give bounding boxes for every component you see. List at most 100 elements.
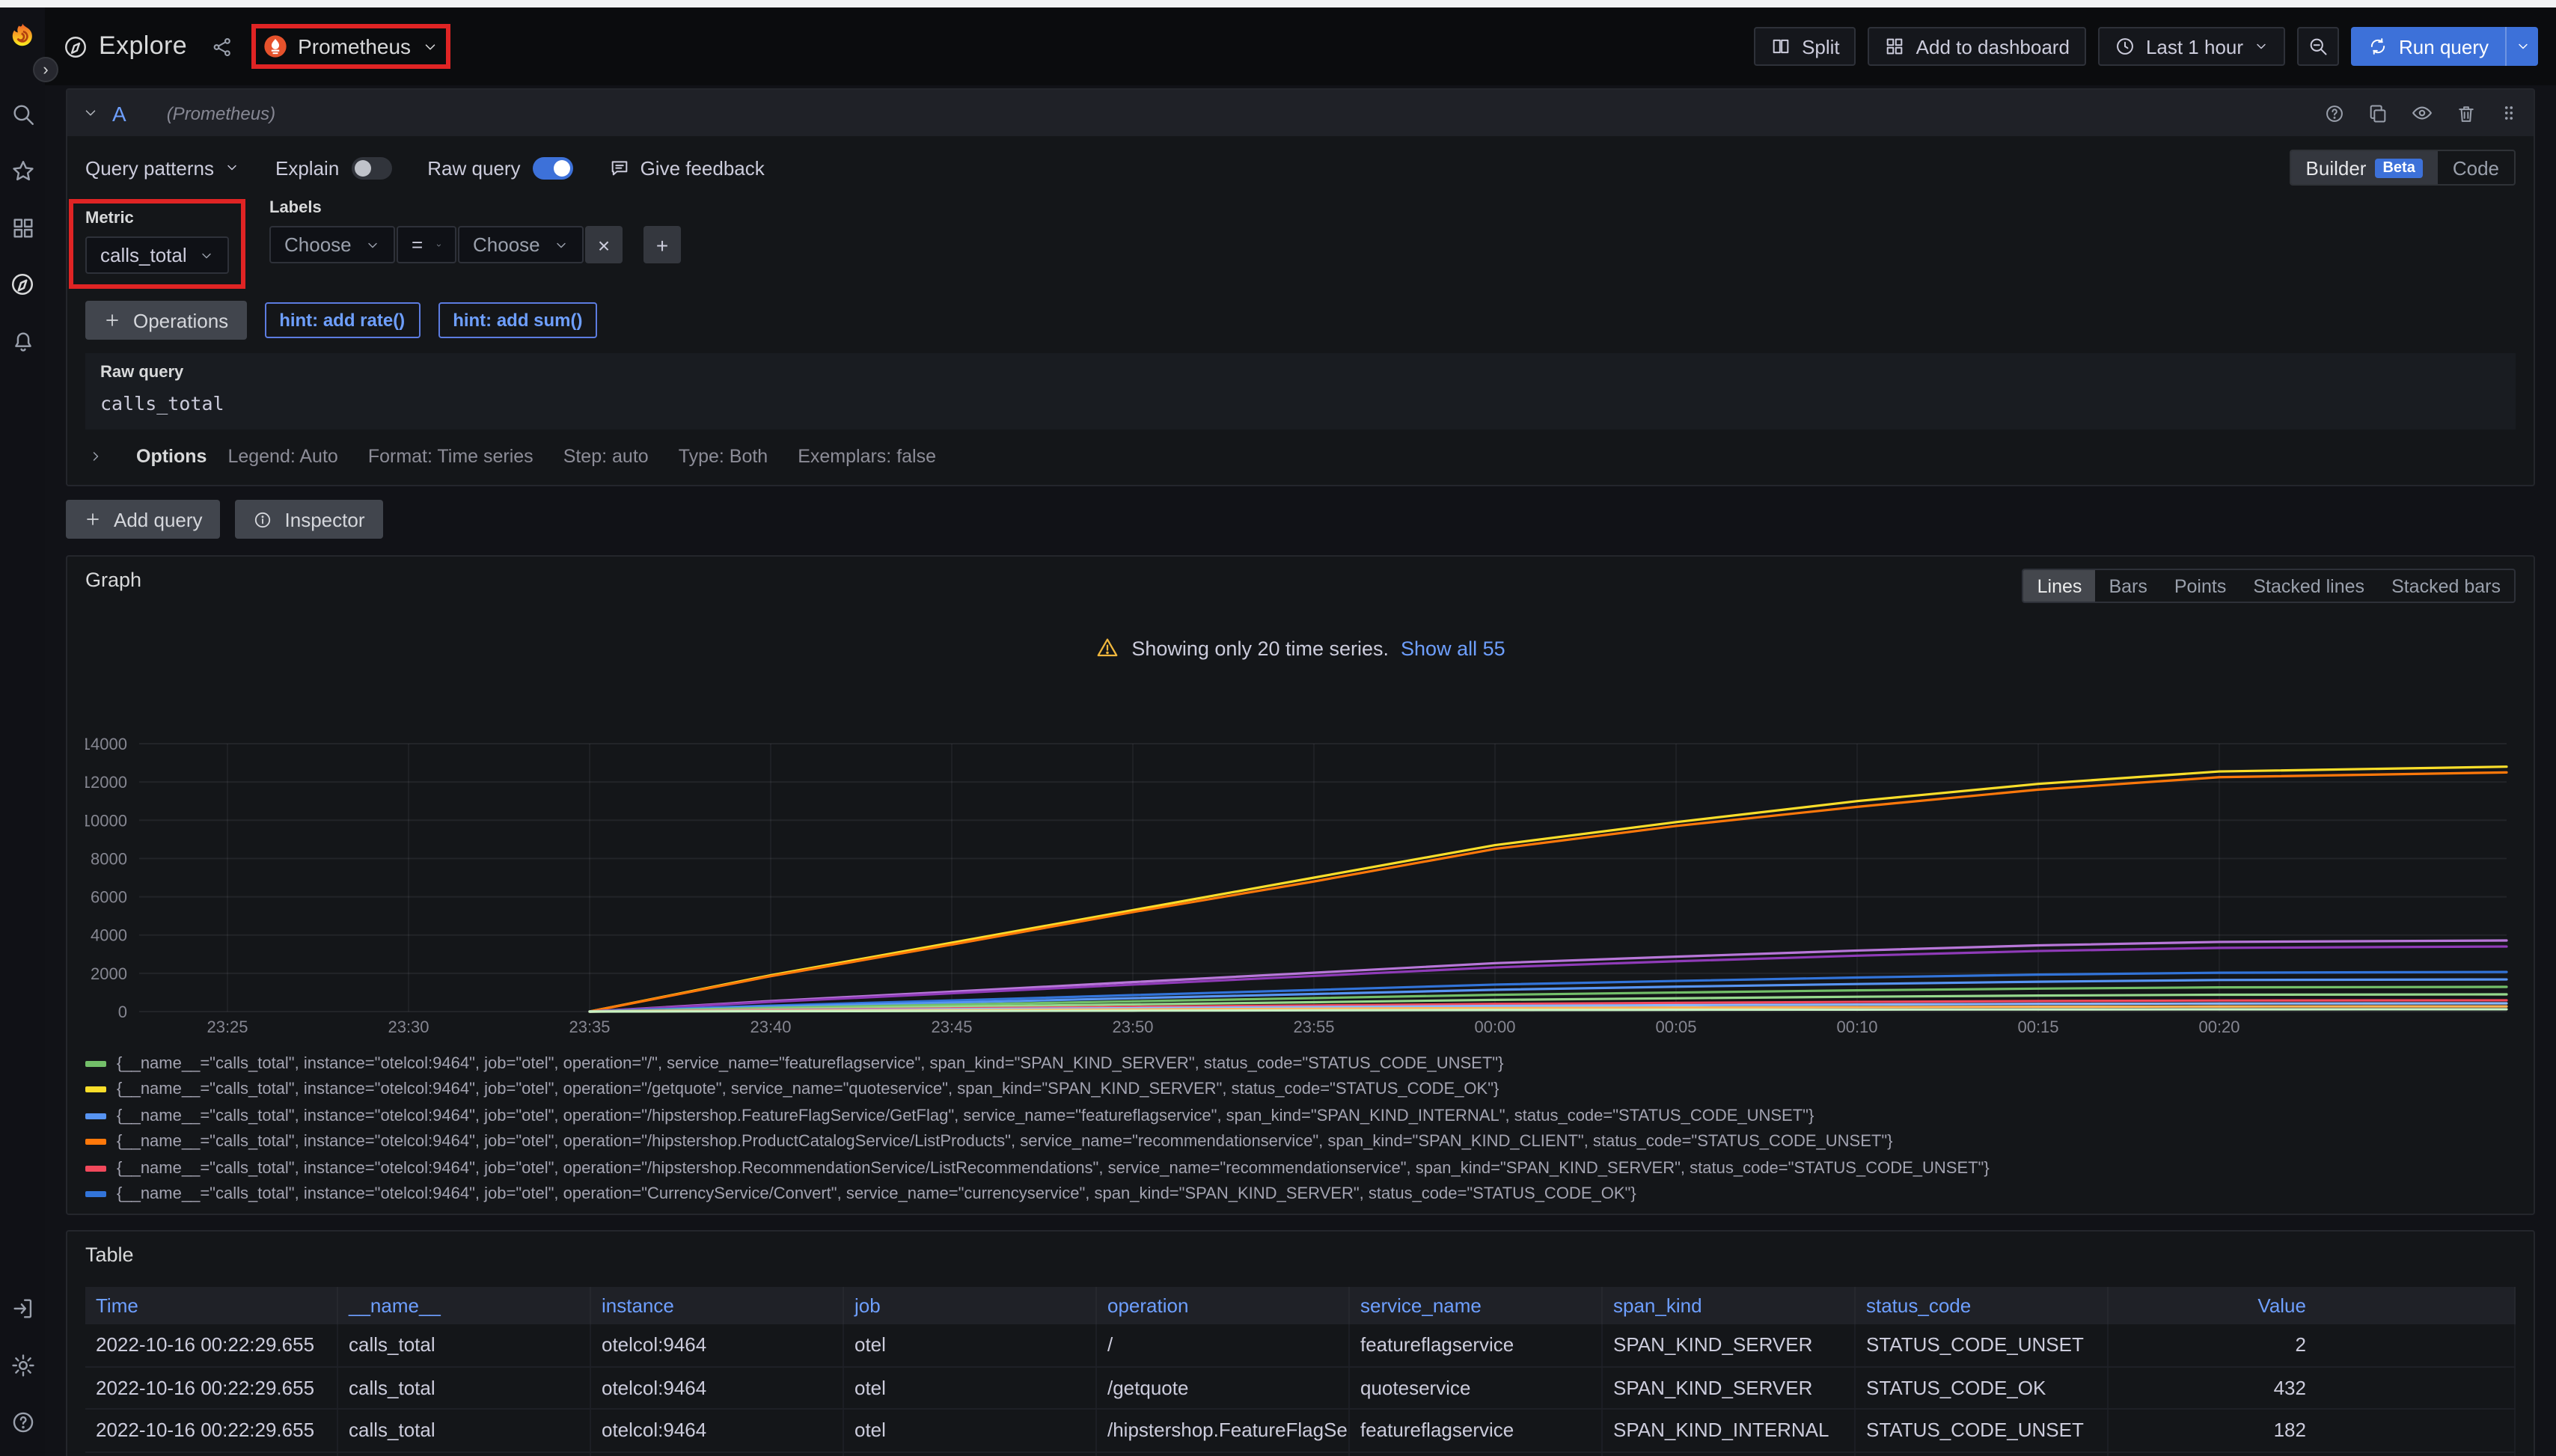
labels-field: Labels Choose = Choose xyxy=(269,199,681,263)
column-header-instance[interactable]: instance xyxy=(591,1287,844,1324)
label-operator-select[interactable]: = xyxy=(397,226,456,263)
legend-item[interactable]: {__name__="calls_total", instance="otelc… xyxy=(85,1050,2516,1077)
alerting-bell-icon[interactable] xyxy=(0,319,45,364)
show-all-series-link[interactable]: Show all 55 xyxy=(1401,637,1505,659)
remove-label-filter-button[interactable]: × xyxy=(585,226,623,263)
column-header-time[interactable]: Time xyxy=(85,1287,338,1324)
zoom-out-icon xyxy=(2308,36,2329,57)
add-label-filter-button[interactable]: + xyxy=(643,226,681,263)
table-cell: 2022-10-16 00:22:29.655 xyxy=(85,1324,338,1365)
table-cell: SPAN_KIND_SERVER xyxy=(1603,1367,1856,1408)
builder-tab[interactable]: Builder Beta xyxy=(2291,151,2438,184)
legend-item[interactable]: {__name__="calls_total", instance="otelc… xyxy=(85,1155,2516,1181)
share-icon[interactable] xyxy=(211,35,233,58)
query-options-row[interactable]: Options Legend: AutoFormat: Time seriesS… xyxy=(85,443,2516,470)
legend-item[interactable]: {__name__="calls_total", instance="otelc… xyxy=(85,1181,2516,1208)
table-panel-title: Table xyxy=(85,1244,134,1266)
legend-color-bar xyxy=(85,1166,106,1172)
x-axis-tick: 23:30 xyxy=(388,1018,429,1036)
give-feedback-link[interactable]: Give feedback xyxy=(609,156,765,179)
dashboards-icon[interactable] xyxy=(0,205,45,250)
raw-query-toggle[interactable]: Raw query xyxy=(427,156,572,179)
legend-item[interactable]: {__name__="calls_total", instance="otelc… xyxy=(85,1077,2516,1103)
toolbar-actions: Split Add to dashboard Last 1 hour Run q… xyxy=(1754,27,2538,66)
split-button[interactable]: Split xyxy=(1754,27,1856,66)
table-cell: STATUS_CODE_UNSET xyxy=(1856,1324,2109,1365)
add-to-dashboard-button[interactable]: Add to dashboard xyxy=(1868,27,2086,66)
query-row-header[interactable]: A (Prometheus) xyxy=(67,90,2534,136)
duplicate-query-icon[interactable] xyxy=(2367,103,2388,123)
run-query-caret-button[interactable] xyxy=(2505,27,2538,66)
column-header-value[interactable]: Value xyxy=(2109,1287,2516,1324)
viz-mode-lines[interactable]: Lines xyxy=(2024,570,2096,602)
metric-select[interactable]: calls_total xyxy=(85,236,229,274)
starred-icon[interactable] xyxy=(0,148,45,193)
x-axis-tick: 00:10 xyxy=(1836,1018,1877,1036)
add-query-button[interactable]: Add query xyxy=(66,500,221,539)
viz-mode-points[interactable]: Points xyxy=(2161,570,2240,602)
explore-compass-icon[interactable] xyxy=(0,262,45,307)
viz-mode-stacked-lines[interactable]: Stacked lines xyxy=(2239,570,2378,602)
query-hint-button[interactable]: hint: add sum() xyxy=(438,302,597,338)
table-cell: calls_total xyxy=(338,1410,591,1451)
explain-toggle[interactable]: Explain xyxy=(275,156,391,179)
warning-text: Showing only 20 time series. xyxy=(1131,637,1389,659)
results-table: Time__name__instancejoboperationservice_… xyxy=(85,1287,2516,1456)
metric-labels-row: Metric calls_total Labels Choose xyxy=(85,199,2516,289)
table-cell: otelcol:9464 xyxy=(591,1452,844,1456)
drag-handle-icon[interactable] xyxy=(2499,102,2519,124)
zoom-out-button[interactable] xyxy=(2297,27,2339,66)
settings-gear-icon[interactable] xyxy=(0,1342,45,1387)
column-header-name[interactable]: __name__ xyxy=(338,1287,591,1324)
chevron-down-icon xyxy=(224,160,239,175)
clock-icon xyxy=(2115,36,2135,57)
operations-row: Operations hint: add rate() hint: add sum… xyxy=(85,301,2516,340)
query-help-icon[interactable] xyxy=(2324,103,2345,123)
grafana-logo[interactable] xyxy=(0,13,45,58)
query-patterns-dropdown[interactable]: Query patterns xyxy=(85,156,239,179)
search-icon[interactable] xyxy=(0,91,45,136)
run-query-button[interactable]: Run query xyxy=(2351,27,2505,66)
help-icon[interactable] xyxy=(0,1399,45,1444)
comment-icon xyxy=(609,157,630,178)
column-header-operation[interactable]: operation xyxy=(1097,1287,1350,1324)
table-cell: 2022-10-16 00:22:29.655 xyxy=(85,1410,338,1451)
x-axis-tick: 00:00 xyxy=(1474,1018,1515,1036)
inspector-button[interactable]: Inspector xyxy=(236,500,383,539)
x-axis-tick: 23:40 xyxy=(750,1018,791,1036)
column-header-job[interactable]: job xyxy=(844,1287,1097,1324)
x-axis-tick: 23:25 xyxy=(207,1018,248,1036)
column-header-statuscode[interactable]: status_code xyxy=(1856,1287,2109,1324)
table-cell: /hipstershop.ProductCatalogS... xyxy=(1097,1452,1350,1456)
legend-item[interactable]: {__name__="calls_total", instance="otelc… xyxy=(85,1129,2516,1155)
legend-item[interactable]: {__name__="calls_total", instance="otelc… xyxy=(85,1208,2516,1215)
viz-mode-bars[interactable]: Bars xyxy=(2095,570,2160,602)
datasource-name: Prometheus xyxy=(298,34,411,58)
column-header-spankind[interactable]: span_kind xyxy=(1603,1287,1856,1324)
legend-color-bar xyxy=(85,1113,106,1119)
legend-item[interactable]: {__name__="calls_total", instance="otelc… xyxy=(85,1103,2516,1129)
label-value-select[interactable]: Choose xyxy=(458,226,584,263)
column-header-servicename[interactable]: service_name xyxy=(1350,1287,1603,1324)
x-axis-tick: 23:50 xyxy=(1112,1018,1153,1036)
raw-query-switch[interactable] xyxy=(533,156,573,179)
explain-switch[interactable] xyxy=(351,156,391,179)
legend-color-bar xyxy=(85,1061,106,1067)
raw-query-preview: Raw query calls_total xyxy=(85,353,2516,429)
label-name-select[interactable]: Choose xyxy=(269,226,395,263)
code-tab[interactable]: Code xyxy=(2438,151,2514,184)
legend-label: {__name__="calls_total", instance="otelc… xyxy=(117,1134,1893,1151)
collapse-caret-icon[interactable] xyxy=(82,105,99,121)
time-range-picker[interactable]: Last 1 hour xyxy=(2098,27,2285,66)
add-operation-button[interactable]: Operations xyxy=(85,301,246,340)
disable-query-eye-icon[interactable] xyxy=(2411,102,2433,124)
sidebar-expand-button[interactable]: › xyxy=(33,57,58,82)
time-series-plot[interactable]: 0200040006000800010000120001400023:2523:… xyxy=(85,726,2514,1040)
x-axis-tick: 23:35 xyxy=(569,1018,610,1036)
datasource-picker[interactable]: Prometheus xyxy=(263,34,438,58)
viz-mode-stacked-bars[interactable]: Stacked bars xyxy=(2378,570,2514,602)
sign-in-icon[interactable] xyxy=(0,1285,45,1330)
y-axis-tick: 12000 xyxy=(85,773,127,792)
query-hint-button[interactable]: hint: add rate() xyxy=(264,302,420,338)
delete-query-trash-icon[interactable] xyxy=(2456,103,2477,123)
